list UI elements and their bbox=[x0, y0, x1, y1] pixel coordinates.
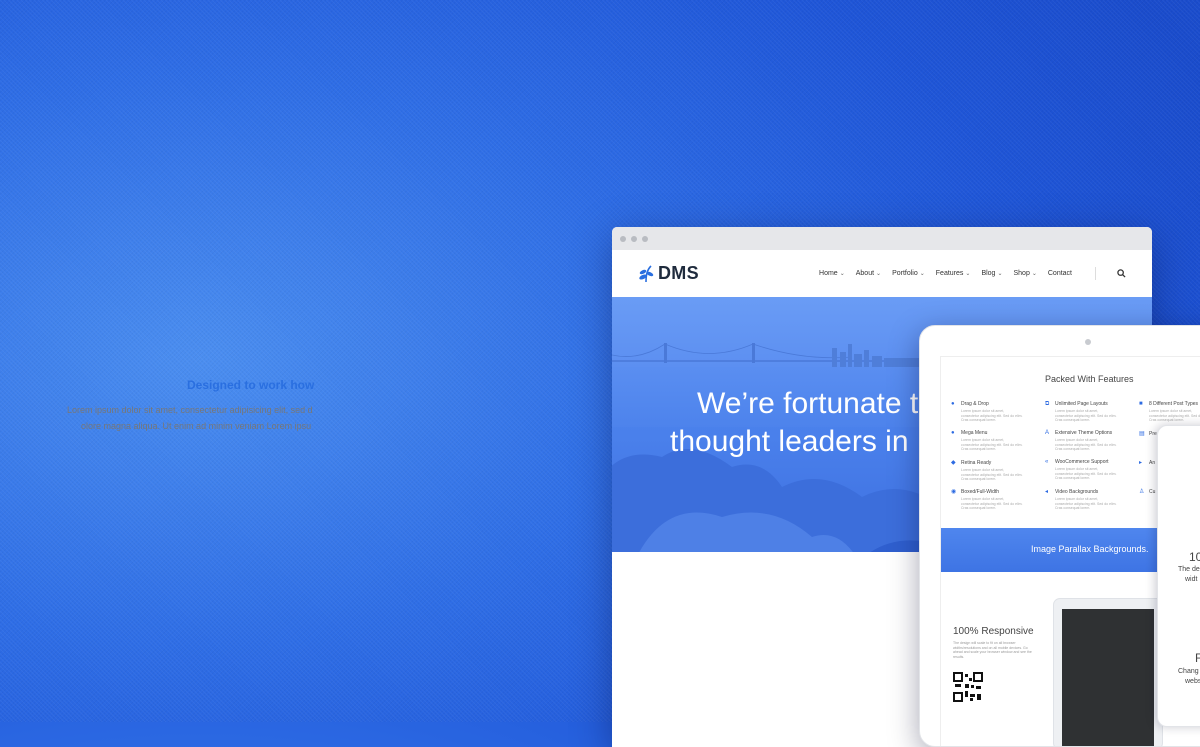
main-menu: Home ⌄ About ⌄ Portfolio ⌄ Features ⌄ Blog ⌄ … bbox=[819, 267, 1126, 280]
feature-item: ⧉ Unlimited Page Layouts Lorem ipsum dolor… bbox=[1045, 401, 1117, 423]
chevron-down-icon: ⌄ bbox=[1031, 271, 1037, 277]
feature-label: WooCommerce Support bbox=[1055, 459, 1109, 465]
phone-text: Chang bbox=[1178, 668, 1199, 675]
feature-item: ▤ Pre bbox=[1139, 430, 1157, 437]
window-dot bbox=[631, 235, 637, 242]
phone-text: 10 bbox=[1189, 550, 1200, 564]
parallax-text: Image Parallax Backgrounds. bbox=[1031, 544, 1149, 554]
browser-chrome bbox=[612, 227, 1152, 250]
feature-item: ● Mega Menu Lorem ipsum dolor sit amet, co… bbox=[951, 430, 1023, 452]
phone-text: widt bbox=[1185, 576, 1198, 583]
menu-label: Home bbox=[819, 270, 838, 277]
leaf-icon bbox=[639, 264, 654, 282]
feature-desc: Lorem ipsum dolor sit amet, consectetur … bbox=[961, 497, 1023, 510]
feature-item: ◆ Retina Ready Lorem ipsum dolor sit amet,… bbox=[951, 459, 1023, 482]
play-icon: ▸ bbox=[1139, 460, 1143, 466]
responsive-desc: The design will scale to fit on all brow… bbox=[953, 641, 1032, 659]
feature-item: ♙ Cu bbox=[1139, 488, 1155, 495]
menu-item-shop[interactable]: Shop ⌄ bbox=[1013, 270, 1036, 277]
section-text: Lorem ipsum dolor sit amet, consectetur … bbox=[67, 405, 313, 415]
feature-item: ● Drag & Drop Lorem ipsum dolor sit amet, … bbox=[951, 401, 1023, 423]
feature-desc: Lorem ipsum dolor sit amet, consectetur … bbox=[1055, 497, 1117, 510]
phone-mockup: 10 The de widt F Chang webs bbox=[1157, 425, 1200, 727]
search-icon[interactable] bbox=[1117, 269, 1126, 278]
menu-item-contact[interactable]: Contact bbox=[1048, 270, 1072, 277]
video-icon: ◂ bbox=[1045, 489, 1049, 495]
phone-text: webs bbox=[1185, 678, 1200, 685]
feature-item: « WooCommerce Support Lorem ipsum dolor si… bbox=[1045, 459, 1117, 481]
hero-line: We’re fortunate t bbox=[697, 387, 919, 420]
section-text: olore magna aliqua. Ut enim ad minim ven… bbox=[81, 421, 312, 431]
grid-icon: ▤ bbox=[1139, 431, 1145, 437]
menu-label: Portfolio bbox=[892, 270, 918, 277]
feature-item: ◉ Boxed/Full-Width Lorem ipsum dolor sit a… bbox=[951, 488, 1023, 511]
window-dot bbox=[642, 235, 648, 242]
chevron-down-icon: ⌄ bbox=[919, 271, 925, 277]
feature-label: Retina Ready bbox=[961, 460, 992, 466]
feature-item: ◂ Video Backgrounds Lorem ipsum dolor sit … bbox=[1045, 488, 1117, 511]
feature-item: A Extensive Theme Options Lorem ipsum dolo… bbox=[1045, 430, 1117, 452]
feature-label: Pre bbox=[1149, 431, 1157, 437]
feature-label: Cu bbox=[1149, 489, 1156, 495]
menu-label: Contact bbox=[1047, 270, 1072, 277]
user-icon: ● bbox=[951, 401, 955, 407]
menu-label: About bbox=[855, 270, 875, 277]
user-icon: ● bbox=[951, 430, 955, 436]
section-heading: Designed to work how bbox=[187, 378, 315, 392]
responsive-title: 100% Responsive bbox=[953, 626, 1034, 637]
feature-desc: Lorem ipsum dolor sit amet, consectetur … bbox=[1149, 409, 1200, 422]
feature-label: Boxed/Full-Width bbox=[961, 489, 1000, 495]
phone-icon: ■ bbox=[1139, 401, 1143, 407]
feature-desc: Lorem ipsum dolor sit amet, consectetur … bbox=[1055, 409, 1117, 422]
menu-label: Blog bbox=[981, 270, 996, 277]
hero-line: thought leaders in bbox=[670, 425, 909, 458]
chevron-down-icon: ⌄ bbox=[965, 271, 971, 277]
feature-label: An bbox=[1149, 460, 1156, 466]
phone-text: F bbox=[1195, 651, 1200, 665]
site-logo[interactable]: DMS bbox=[638, 263, 699, 284]
menu-divider bbox=[1095, 267, 1096, 280]
chevron-down-icon: ⌄ bbox=[997, 271, 1003, 277]
menu-item-home[interactable]: Home ⌄ bbox=[819, 270, 845, 277]
features-title: Packed With Features bbox=[1045, 374, 1134, 384]
feature-label: Mega Menu bbox=[961, 430, 988, 436]
feature-label: Extensive Theme Options bbox=[1055, 430, 1113, 436]
hero-title: We’re fortunate t thought leaders in bbox=[670, 385, 918, 461]
menu-label: Features bbox=[935, 270, 964, 277]
menu-label: Shop bbox=[1013, 270, 1030, 277]
layout-icon: ⧉ bbox=[1045, 401, 1050, 407]
feature-desc: Lorem ipsum dolor sit amet, consectetur … bbox=[961, 409, 1023, 422]
person-icon: ♙ bbox=[1139, 489, 1145, 495]
feature-item: ▸ An bbox=[1139, 459, 1155, 466]
feature-label: 8 Different Post Types bbox=[1149, 401, 1199, 407]
menu-item-portfolio[interactable]: Portfolio ⌄ bbox=[892, 270, 925, 277]
logo-text: DMS bbox=[658, 263, 699, 283]
camera-dot bbox=[1085, 339, 1091, 345]
circle-icon: ◉ bbox=[951, 489, 957, 495]
phone-text: The de bbox=[1178, 566, 1200, 573]
chevron-down-icon: ⌄ bbox=[839, 271, 845, 277]
menu-item-blog[interactable]: Blog ⌄ bbox=[981, 270, 1002, 277]
feature-desc: Lorem ipsum dolor sit amet, consectetur … bbox=[961, 438, 1023, 451]
menu-item-features[interactable]: Features ⌄ bbox=[936, 270, 971, 277]
font-icon: A bbox=[1045, 430, 1050, 436]
window-dot bbox=[620, 235, 626, 242]
mini-tablet-screen bbox=[1062, 609, 1154, 746]
feature-label: Unlimited Page Layouts bbox=[1055, 401, 1108, 407]
feature-desc: Lorem ipsum dolor sit amet, consectetur … bbox=[1055, 467, 1117, 480]
chevron-down-icon: ⌄ bbox=[876, 271, 882, 277]
feature-desc: Lorem ipsum dolor sit amet, consectetur … bbox=[961, 468, 1023, 481]
qr-code-icon bbox=[953, 672, 983, 702]
feature-label: Video Backgrounds bbox=[1055, 489, 1099, 495]
mini-tablet-image bbox=[1053, 598, 1163, 746]
feature-label: Drag & Drop bbox=[961, 401, 989, 407]
cart-icon: « bbox=[1045, 459, 1049, 465]
diamond-icon: ◆ bbox=[951, 460, 956, 466]
menu-item-about[interactable]: About ⌄ bbox=[856, 270, 881, 277]
site-navbar: DMS Home ⌄ About ⌄ Portfolio ⌄ Features ⌄ Bl… bbox=[612, 250, 1152, 297]
feature-desc: Lorem ipsum dolor sit amet, consectetur … bbox=[1055, 438, 1117, 451]
feature-item: ■ 8 Different Post Types Lorem ipsum dolor… bbox=[1139, 401, 1200, 423]
